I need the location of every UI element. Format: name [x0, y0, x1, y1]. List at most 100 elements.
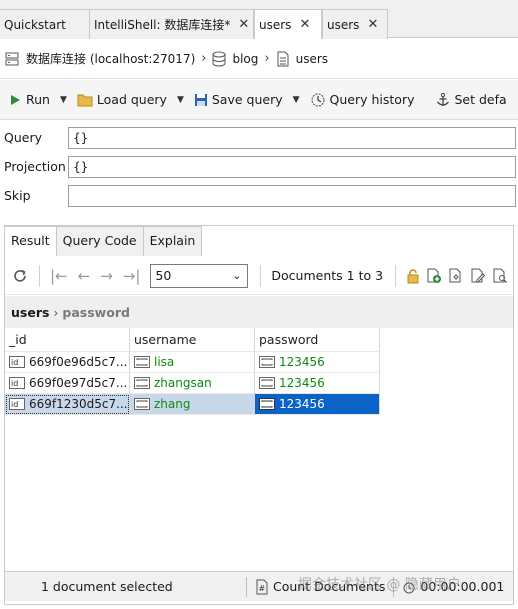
tab-result[interactable]: Result	[4, 226, 57, 256]
documents-range: Documents 1 to 3	[271, 268, 384, 283]
id-cell[interactable]: id 669f0e97d5c7...	[5, 373, 130, 394]
save-query-button[interactable]: Save query ▼	[194, 92, 300, 107]
divider	[260, 264, 262, 287]
history-icon	[310, 92, 326, 108]
string-type-icon	[259, 377, 275, 389]
chevron-right-icon: ›	[201, 51, 207, 66]
string-type-icon	[259, 398, 275, 410]
breadcrumb-collection[interactable]: users	[296, 52, 328, 66]
next-page-icon[interactable]: →	[100, 267, 113, 285]
run-label: Run	[26, 92, 50, 107]
svg-text:id: id	[11, 379, 18, 388]
tab-users[interactable]: users ✕	[322, 9, 388, 39]
objectid-type-icon: id	[9, 377, 25, 389]
run-button[interactable]: Run ▼	[8, 92, 67, 107]
status-bar: 1 document selected # Count Documents 00…	[5, 571, 513, 601]
close-icon[interactable]: ✕	[238, 17, 249, 32]
tab-label: Quickstart	[4, 17, 66, 32]
save-icon	[194, 93, 208, 107]
divider	[395, 264, 397, 287]
password-cell[interactable]: 123456	[255, 373, 380, 394]
table-header: _id username password	[5, 328, 380, 352]
count-icon: #	[255, 579, 269, 595]
table-row[interactable]: id 669f0e96d5c7... lisa 123456	[5, 352, 380, 373]
close-icon[interactable]: ✕	[367, 17, 378, 32]
column-header-username[interactable]: username	[130, 328, 255, 352]
skip-label: Skip	[4, 188, 31, 203]
clone-document-icon[interactable]	[448, 268, 464, 284]
tab-quickstart[interactable]: Quickstart	[0, 9, 90, 39]
lock-icon[interactable]	[406, 268, 420, 284]
breadcrumb: 数据库连接 (localhost:27017) › blog › users	[0, 39, 518, 79]
column-header-id[interactable]: _id	[5, 328, 130, 352]
first-page-icon[interactable]: |←	[50, 267, 68, 285]
divider	[246, 576, 247, 597]
load-query-label: Load query	[96, 92, 167, 107]
divider	[393, 576, 395, 597]
result-navigation-bar: |← ← → →| 50 ⌄ Documents 1 to 3	[5, 257, 513, 295]
query-document-icon[interactable]	[492, 268, 508, 284]
tab-explain[interactable]: Explain	[142, 226, 203, 256]
tab-label: users	[259, 17, 292, 32]
skip-input[interactable]	[68, 185, 516, 207]
close-icon[interactable]: ✕	[299, 17, 310, 32]
tab-label: users	[327, 17, 360, 32]
collection-icon	[276, 51, 290, 67]
chevron-right-icon: ›	[53, 304, 59, 320]
id-value: 669f0e96d5c7...	[29, 355, 128, 369]
query-history-button[interactable]: Query history	[310, 92, 415, 108]
previous-page-icon[interactable]: ←	[78, 267, 91, 285]
table-row[interactable]: id 669f0e97d5c7... zhangsan 123456	[5, 373, 380, 394]
username-cell[interactable]: zhangsan	[130, 373, 255, 394]
set-default-button[interactable]: Set defa	[435, 92, 507, 108]
password-value: 123456	[279, 376, 325, 390]
password-cell[interactable]: 123456	[255, 352, 380, 373]
tab-users-active[interactable]: users ✕	[254, 9, 322, 39]
add-document-icon[interactable]	[426, 268, 442, 284]
id-cell[interactable]: id 669f1230d5c7...	[5, 394, 130, 415]
column-header-password[interactable]: password	[255, 328, 380, 352]
table-row-selected[interactable]: id 669f1230d5c7... zhang 123456	[5, 394, 380, 415]
chevron-down-icon[interactable]: ▼	[60, 95, 67, 105]
folder-icon	[77, 93, 93, 107]
username-cell[interactable]: zhang	[130, 394, 255, 415]
page-size-value: 50	[155, 268, 172, 283]
projection-label: Projection	[4, 159, 66, 174]
page-size-select[interactable]: 50 ⌄	[150, 263, 249, 288]
selection-status: 1 document selected	[41, 579, 173, 594]
objectid-type-icon: id	[9, 356, 25, 368]
set-default-label: Set defa	[454, 92, 507, 107]
objectid-type-icon: id	[9, 398, 25, 410]
edit-document-icon[interactable]	[470, 268, 486, 284]
count-documents-button[interactable]: Count Documents	[273, 579, 385, 594]
anchor-icon	[435, 92, 451, 108]
username-cell[interactable]: lisa	[130, 352, 255, 373]
id-value: 669f1230d5c7...	[29, 397, 128, 411]
path-field[interactable]: password	[62, 305, 130, 320]
breadcrumb-database[interactable]: blog	[232, 52, 258, 66]
username-value: zhangsan	[154, 376, 212, 390]
tab-label: IntelliShell: 数据库连接*	[94, 18, 231, 32]
password-value: 123456	[279, 397, 325, 411]
password-value: 123456	[279, 355, 325, 369]
path-collection[interactable]: users	[11, 305, 49, 320]
query-input[interactable]: {}	[68, 127, 516, 149]
query-label: Query	[4, 130, 42, 145]
username-value: lisa	[154, 355, 175, 369]
id-cell[interactable]: id 669f0e96d5c7...	[5, 352, 130, 373]
tab-query-code[interactable]: Query Code	[55, 226, 144, 256]
result-tabs: Result Query Code Explain	[4, 226, 203, 256]
breadcrumb-connection[interactable]: 数据库连接 (localhost:27017)	[26, 50, 195, 67]
refresh-icon[interactable]	[11, 267, 29, 285]
string-type-icon	[134, 377, 150, 389]
divider	[39, 264, 40, 287]
password-cell-focused[interactable]: 123456	[255, 394, 380, 415]
connection-icon	[4, 51, 20, 67]
play-icon	[8, 93, 22, 107]
chevron-down-icon[interactable]: ▼	[293, 95, 300, 105]
load-query-button[interactable]: Load query ▼	[77, 92, 184, 107]
last-page-icon[interactable]: →|	[123, 267, 141, 285]
chevron-down-icon[interactable]: ▼	[177, 95, 184, 105]
projection-input[interactable]: {}	[68, 156, 516, 178]
tab-intellishell[interactable]: IntelliShell: 数据库连接* ✕	[89, 9, 254, 39]
